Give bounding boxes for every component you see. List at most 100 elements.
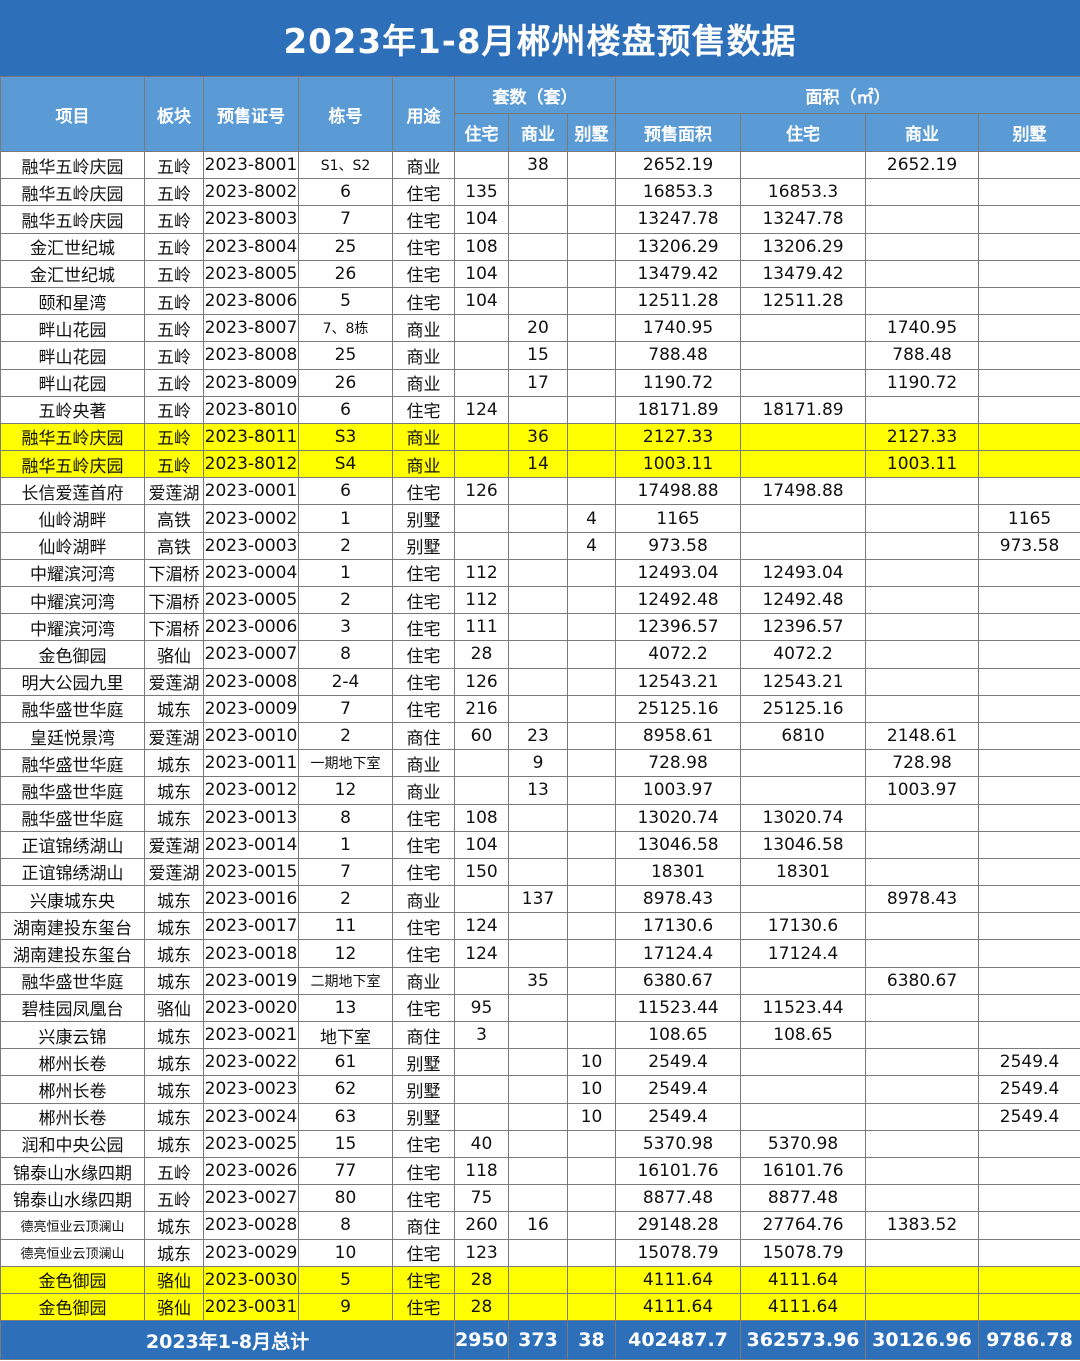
table-row: 金色御园 骆仙 2023-0031 9 住宅 28 4111.64 4111.64	[0, 1292, 1080, 1322]
header-units-villa: 别墅	[566, 113, 617, 152]
cell-cert: 2023-0018	[203, 939, 299, 968]
cell-units-villa	[566, 667, 617, 696]
cell-block: 五岭	[144, 450, 204, 479]
cell-area-villa	[978, 694, 1080, 723]
cell-block: 城东	[144, 1075, 204, 1104]
cell-area-residential	[740, 749, 867, 778]
cell-cert: 2023-0030	[203, 1265, 299, 1294]
cell-area-villa	[978, 1238, 1080, 1267]
cell-use: 住宅	[392, 1238, 455, 1267]
cell-project: 德亮恒业云顶澜山	[0, 1238, 145, 1267]
cell-project: 畔山花园	[0, 341, 145, 370]
cell-units-commercial	[508, 286, 568, 316]
cell-building: 25	[298, 341, 393, 370]
table-row: 中耀滨河湾 下湄桥 2023-0005 2 住宅 112 12492.48 12492.48	[0, 585, 1080, 615]
cell-block: 五岭	[144, 205, 204, 234]
cell-project: 湖南建投东玺台	[0, 912, 145, 941]
cell-area-villa: 1165	[978, 504, 1080, 533]
cell-area-presale: 12493.04	[615, 558, 742, 588]
cell-building: 63	[298, 1102, 393, 1131]
cell-block: 五岭	[144, 259, 204, 288]
cell-area-residential: 8877.48	[740, 1184, 867, 1213]
cell-units-villa	[566, 1156, 617, 1186]
cell-area-commercial	[865, 694, 980, 723]
cell-block: 五岭	[144, 286, 204, 316]
cell-cert: 2023-0010	[203, 721, 299, 751]
cell-area-residential: 16853.3	[740, 178, 867, 207]
cell-building: S4	[298, 450, 393, 479]
cell-project: 正谊锦绣湖山	[0, 857, 145, 887]
cell-block: 五岭	[144, 314, 204, 343]
cell-project: 中耀滨河湾	[0, 585, 145, 615]
cell-block: 爱莲湖	[144, 477, 204, 506]
cell-area-presale: 4111.64	[615, 1265, 742, 1294]
cell-cert: 2023-8008	[203, 341, 299, 370]
table-row: 仙岭湖畔 高铁 2023-0002 1 别墅 4 1165 1165	[0, 504, 1080, 533]
cell-units-villa	[566, 205, 617, 234]
cell-cert: 2023-0014	[203, 830, 299, 859]
cell-units-villa	[566, 286, 617, 316]
cell-cert: 2023-0006	[203, 613, 299, 642]
cell-use: 商业	[392, 314, 455, 343]
cell-use: 住宅	[392, 178, 455, 207]
cell-units-residential	[454, 776, 509, 805]
table-row: 融华五岭庆园 五岭 2023-8001 S1、S2 商业 38 2652.19 2652.19	[0, 150, 1080, 180]
cell-area-villa	[978, 232, 1080, 261]
cell-area-presale: 13247.78	[615, 205, 742, 234]
cell-area-presale: 25125.16	[615, 694, 742, 723]
cell-cert: 2023-8007	[203, 314, 299, 343]
cell-units-villa: 10	[566, 1102, 617, 1131]
cell-units-residential	[454, 314, 509, 343]
cell-area-commercial	[865, 232, 980, 261]
cell-use: 商业	[392, 966, 455, 995]
cell-building: 6	[298, 477, 393, 506]
cell-project: 长信爱莲首府	[0, 477, 145, 506]
cell-area-residential: 12492.48	[740, 585, 867, 615]
table-row: 融华五岭庆园 五岭 2023-8002 6 住宅 135 16853.3 16853.3	[0, 178, 1080, 207]
cell-units-residential	[454, 966, 509, 995]
cell-building: 3	[298, 613, 393, 642]
cell-use: 住宅	[392, 993, 455, 1023]
cell-area-villa	[978, 558, 1080, 588]
cell-area-commercial	[865, 939, 980, 968]
cell-block: 城东	[144, 749, 204, 778]
table-row: 湖南建投东玺台 城东 2023-0017 11 住宅 124 17130.6 17130.6	[0, 912, 1080, 941]
cell-units-villa	[566, 857, 617, 887]
cell-units-commercial	[508, 640, 568, 669]
cell-cert: 2023-8002	[203, 178, 299, 207]
cell-area-residential	[740, 1075, 867, 1104]
cell-area-residential	[740, 1048, 867, 1077]
cell-building: 5	[298, 1265, 393, 1294]
table-row: 德亮恒业云顶澜山 城东 2023-0029 10 住宅 123 15078.79 15078.…	[0, 1238, 1080, 1267]
total-area-presale: 402487.7	[615, 1320, 742, 1361]
table-row: 长信爱莲首府 爱莲湖 2023-0001 6 住宅 126 17498.88 17498.88	[0, 477, 1080, 506]
cell-area-commercial: 2652.19	[865, 150, 980, 180]
cell-building: S1、S2	[298, 150, 393, 180]
cell-units-residential: 95	[454, 993, 509, 1023]
cell-cert: 2023-0009	[203, 694, 299, 723]
cell-area-presale: 15078.79	[615, 1238, 742, 1267]
cell-units-commercial	[508, 232, 568, 261]
cell-building: 7	[298, 857, 393, 887]
cell-use: 住宅	[392, 857, 455, 887]
cell-area-villa	[978, 885, 1080, 914]
cell-units-residential	[454, 341, 509, 370]
cell-cert: 2023-0008	[203, 667, 299, 696]
cell-units-residential: 112	[454, 558, 509, 588]
cell-project: 畔山花园	[0, 368, 145, 397]
header-area-commercial: 商业	[865, 113, 980, 152]
cell-units-commercial: 36	[508, 422, 568, 452]
cell-area-commercial	[865, 504, 980, 533]
cell-units-residential: 104	[454, 830, 509, 859]
table-row: 正谊锦绣湖山 爱莲湖 2023-0014 1 住宅 104 13046.58 13046.58	[0, 830, 1080, 859]
cell-project: 锦泰山水缘四期	[0, 1184, 145, 1213]
cell-project: 金色御园	[0, 1292, 145, 1322]
cell-area-presale: 1190.72	[615, 368, 742, 397]
cell-units-villa	[566, 395, 617, 424]
cell-project: 湖南建投东玺台	[0, 939, 145, 968]
cell-units-residential: 118	[454, 1156, 509, 1186]
cell-project: 融华五岭庆园	[0, 422, 145, 452]
cell-area-commercial	[865, 286, 980, 316]
cell-use: 住宅	[392, 1184, 455, 1213]
cell-area-commercial	[865, 857, 980, 887]
